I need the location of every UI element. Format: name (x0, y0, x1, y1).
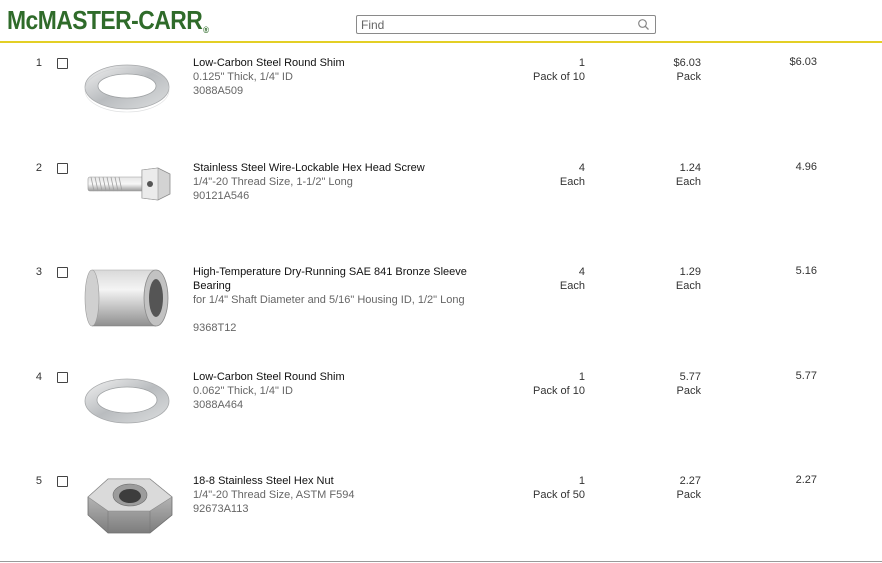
logo-registered-mark: ® (203, 25, 209, 35)
line-total: 5.16 (795, 265, 817, 277)
unit-price: $6.03 Pack (673, 56, 701, 84)
row-select-checkbox[interactable] (57, 267, 68, 278)
price-value: 5.77 (679, 371, 701, 383)
header-bar: McMASTER-CARR® (0, 0, 882, 43)
quantity: 1 Pack of 10 (533, 370, 585, 398)
product-title[interactable]: High-Temperature Dry-Running SAE 841 Bro… (193, 265, 483, 293)
search-input[interactable] (357, 16, 637, 33)
product-title[interactable]: Stainless Steel Wire-Lockable Hex Head S… (193, 161, 483, 175)
part-number[interactable]: 90121A546 (193, 189, 249, 203)
unit-price: 1.24 Each (676, 161, 701, 189)
product-title[interactable]: Low-Carbon Steel Round Shim (193, 56, 483, 70)
line-total: 4.96 (795, 161, 817, 173)
quantity: 4 Each (560, 265, 585, 293)
product-title[interactable]: 18-8 Stainless Steel Hex Nut (193, 474, 483, 488)
product-spec: 1/4"-20 Thread Size, ASTM F594 (193, 489, 355, 501)
quantity-unit: Pack of 10 (533, 385, 585, 397)
part-number[interactable]: 3088A509 (193, 84, 243, 98)
order-row: 4 Low-Carbon Steel Round Shim 0.062" Thi… (0, 359, 882, 463)
price-value: $6.03 (673, 57, 701, 69)
row-select-checkbox[interactable] (57, 58, 68, 69)
bottom-divider (0, 561, 882, 562)
quantity-unit: Pack of 50 (533, 489, 585, 501)
line-number: 1 (35, 57, 42, 69)
quantity-unit: Each (559, 176, 585, 188)
quantity: 4 Each (560, 161, 585, 189)
line-number: 5 (35, 475, 42, 487)
line-total: 2.27 (795, 474, 817, 486)
quantity-unit: Pack of 10 (533, 71, 585, 83)
search-icon[interactable] (637, 18, 650, 31)
price-value: 1.29 (679, 266, 701, 278)
quantity: 1 Pack of 10 (533, 56, 585, 84)
line-total: 5.77 (795, 370, 817, 382)
hex-screw-icon[interactable] (82, 148, 178, 218)
price-unit: Pack (676, 385, 701, 397)
product-spec: 0.062" Thick, 1/4" ID (193, 385, 293, 397)
quantity-value: 4 (578, 266, 585, 278)
logo-text: McMASTER-CARR (7, 5, 203, 35)
part-number[interactable]: 3088A464 (193, 398, 243, 412)
washer-icon[interactable] (82, 51, 178, 121)
unit-price: 1.29 Each (676, 265, 701, 293)
quantity-value: 1 (578, 371, 585, 383)
price-unit: Pack (676, 489, 701, 501)
product-spec: 0.125" Thick, 1/4" ID (193, 71, 293, 83)
price-value: 2.27 (679, 475, 701, 487)
order-row: 5 18-8 Stainless Steel Hex Nut 1/4"-20 T… (0, 463, 882, 563)
order-row: 1 Low-Carbon Steel Round Shim 0.125" Thi… (0, 45, 882, 149)
hex-nut-icon[interactable] (82, 471, 178, 541)
quantity: 1 Pack of 50 (533, 474, 585, 502)
order-row: 2 Stainless Steel Wire-Lockable Hex Head… (0, 150, 882, 254)
mcmaster-carr-logo[interactable]: McMASTER-CARR® (7, 5, 209, 35)
product-spec: 1/4"-20 Thread Size, 1-1/2" Long (193, 176, 353, 188)
order-row: 3 High-Temperature Dry-Running SAE 841 B… (0, 254, 882, 358)
part-number[interactable]: 92673A113 (193, 502, 248, 516)
unit-price: 2.27 Pack (677, 474, 701, 502)
row-select-checkbox[interactable] (57, 372, 68, 383)
price-unit: Each (675, 280, 701, 292)
row-select-checkbox[interactable] (57, 476, 68, 487)
row-select-checkbox[interactable] (57, 163, 68, 174)
line-number: 4 (35, 371, 42, 383)
quantity-value: 1 (578, 57, 585, 69)
washer-icon[interactable] (82, 365, 178, 435)
product-spec: for 1/4" Shaft Diameter and 5/16" Housin… (193, 294, 465, 306)
line-number: 3 (35, 266, 42, 278)
line-number: 2 (35, 162, 42, 174)
price-unit: Pack (676, 71, 701, 83)
unit-price: 5.77 Pack (677, 370, 701, 398)
sleeve-bearing-icon[interactable] (82, 262, 178, 332)
quantity-value: 4 (578, 162, 585, 174)
search-box[interactable] (356, 15, 656, 34)
quantity-unit: Each (559, 280, 585, 292)
price-value: 1.24 (679, 162, 701, 174)
product-title[interactable]: Low-Carbon Steel Round Shim (193, 370, 483, 384)
part-number[interactable]: 9368T12 (193, 321, 236, 335)
quantity-value: 1 (578, 475, 585, 487)
price-unit: Each (675, 176, 701, 188)
line-total: $6.03 (789, 56, 817, 68)
